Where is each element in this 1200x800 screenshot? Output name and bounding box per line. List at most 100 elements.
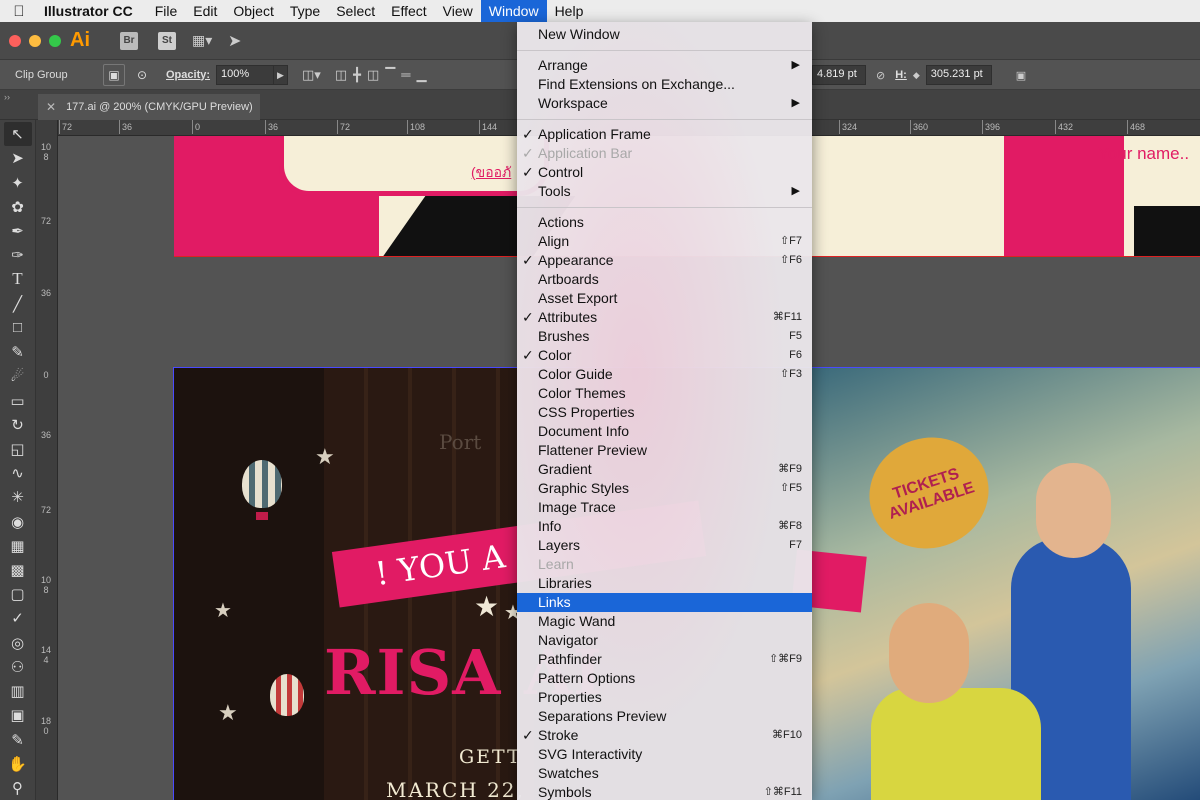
menu-item-pathfinder[interactable]: Pathfinder ⇧⌘F9 xyxy=(517,650,812,669)
menu-item-brushes[interactable]: Brushes F5 xyxy=(517,327,812,346)
vertical-ruler[interactable]: 108 72 36 0 36 72 108 144 180 xyxy=(36,120,58,800)
menu-item-image-trace[interactable]: Image Trace xyxy=(517,498,812,517)
menu-file[interactable]: File xyxy=(147,0,186,22)
close-tab-icon[interactable]: ✕ xyxy=(46,100,56,114)
curvature-tool-icon[interactable]: ✑ xyxy=(4,243,32,267)
menu-item-attributes[interactable]: ✓ Attributes ⌘F11 xyxy=(517,308,812,327)
menu-item-document-info[interactable]: Document Info xyxy=(517,422,812,441)
lasso-tool-icon[interactable]: ✿ xyxy=(4,195,32,219)
width-tool-icon[interactable]: ∿ xyxy=(4,461,32,485)
menu-item-separations-preview[interactable]: Separations Preview xyxy=(517,707,812,726)
line-tool-icon[interactable]: ╱ xyxy=(4,292,32,316)
menu-item-graphic-styles[interactable]: Graphic Styles ⇧F5 xyxy=(517,479,812,498)
menu-item-appearance[interactable]: ✓ Appearance ⇧F6 xyxy=(517,251,812,270)
menu-item-pattern-options[interactable]: Pattern Options xyxy=(517,669,812,688)
close-window-button[interactable] xyxy=(9,34,21,47)
menu-effect[interactable]: Effect xyxy=(383,0,435,22)
apple-icon[interactable]:  xyxy=(0,3,38,20)
menu-edit[interactable]: Edit xyxy=(185,0,225,22)
align-right-icon[interactable]: ◫ xyxy=(367,67,379,83)
align-middle-icon[interactable]: ═ xyxy=(401,67,410,83)
menu-item-symbols[interactable]: Symbols ⇧⌘F11 xyxy=(517,783,812,800)
height-input[interactable]: 305.231 pt xyxy=(925,65,992,85)
menu-item-layers[interactable]: Layers F7 xyxy=(517,536,812,555)
menu-item-flattener-preview[interactable]: Flattener Preview xyxy=(517,441,812,460)
shape-builder-tool-icon[interactable]: ◉ xyxy=(4,510,32,534)
scale-tool-icon[interactable]: ◱ xyxy=(4,437,32,461)
menu-item-links[interactable]: Links xyxy=(517,593,812,612)
align-top-icon[interactable]: ▔ xyxy=(385,67,395,83)
menu-help[interactable]: Help xyxy=(547,0,592,22)
type-tool-icon[interactable]: T xyxy=(4,267,32,291)
perspective-grid-tool-icon[interactable]: ▦ xyxy=(4,534,32,558)
menu-item-application-frame[interactable]: ✓ Application Frame xyxy=(517,125,812,144)
menu-item-control[interactable]: ✓ Control xyxy=(517,163,812,182)
shaper-tool-icon[interactable]: ☄ xyxy=(4,364,32,388)
menu-item-asset-export[interactable]: Asset Export xyxy=(517,289,812,308)
puppet-warp-tool-icon[interactable]: ✳ xyxy=(4,485,32,509)
menu-item-actions[interactable]: Actions xyxy=(517,213,812,232)
menu-object[interactable]: Object xyxy=(225,0,281,22)
blend-tool-icon[interactable]: ◎ xyxy=(4,631,32,655)
menu-item-gradient[interactable]: Gradient ⌘F9 xyxy=(517,460,812,479)
eraser-tool-icon[interactable]: ▭ xyxy=(4,388,32,412)
menu-item-find-extensions-on-exchange[interactable]: Find Extensions on Exchange... xyxy=(517,75,812,94)
align-left-icon[interactable]: ◫ xyxy=(335,67,347,83)
rectangle-tool-icon[interactable]: □ xyxy=(4,316,32,340)
bridge-button[interactable]: Br xyxy=(120,31,138,50)
artboard-tool-icon[interactable]: ▣ xyxy=(4,703,32,727)
column-graph-tool-icon[interactable]: ▥ xyxy=(4,679,32,703)
menu-item-swatches[interactable]: Swatches xyxy=(517,764,812,783)
menu-item-color[interactable]: ✓ Color F6 xyxy=(517,346,812,365)
menu-view[interactable]: View xyxy=(435,0,481,22)
reference-point-icon[interactable]: ◆ xyxy=(913,70,920,81)
magic-wand-tool-icon[interactable]: ✦ xyxy=(4,170,32,194)
pen-tool-icon[interactable]: ✒ xyxy=(4,219,32,243)
zoom-window-button[interactable] xyxy=(49,34,61,47)
document-tab[interactable]: ✕ 177.ai @ 200% (CMYK/GPU Preview) xyxy=(38,94,260,120)
align-center-icon[interactable]: ╋ xyxy=(353,67,361,83)
constrain-proportions-icon[interactable]: ⊘ xyxy=(876,69,885,82)
width-input[interactable]: 4.819 pt xyxy=(812,65,866,85)
eyedropper-tool-icon[interactable]: ✓ xyxy=(4,606,32,630)
menu-item-svg-interactivity[interactable]: SVG Interactivity xyxy=(517,745,812,764)
menu-item-libraries[interactable]: Libraries xyxy=(517,574,812,593)
menu-item-workspace[interactable]: Workspace ▶ xyxy=(517,94,812,113)
mesh-tool-icon[interactable]: ▩ xyxy=(4,558,32,582)
gradient-tool-icon[interactable]: ▢ xyxy=(4,582,32,606)
menu-item-arrange[interactable]: Arrange ▶ xyxy=(517,56,812,75)
app-name-menu[interactable]: Illustrator CC xyxy=(38,3,147,19)
menu-item-css-properties[interactable]: CSS Properties xyxy=(517,403,812,422)
opacity-dropdown-arrow[interactable]: ▶ xyxy=(274,64,289,85)
gpu-performance-icon[interactable]: ➤ xyxy=(228,31,241,51)
opacity-input[interactable]: 100% xyxy=(216,64,275,85)
menu-item-info[interactable]: Info ⌘F8 xyxy=(517,517,812,536)
symbol-sprayer-tool-icon[interactable]: ⚇ xyxy=(4,655,32,679)
hand-tool-icon[interactable]: ✋ xyxy=(4,752,32,776)
menu-window[interactable]: Window xyxy=(480,0,547,22)
minimize-window-button[interactable] xyxy=(29,34,41,47)
zoom-tool-icon[interactable]: ⚲ xyxy=(4,776,32,800)
menu-item-tools[interactable]: Tools ▶ xyxy=(517,182,812,201)
menu-item-properties[interactable]: Properties xyxy=(517,688,812,707)
expand-panels-icon[interactable]: ›› xyxy=(4,92,10,102)
arrange-documents-icon[interactable]: ▦▾ xyxy=(192,32,220,49)
menu-item-color-themes[interactable]: Color Themes xyxy=(517,384,812,403)
menu-type[interactable]: Type xyxy=(282,0,328,22)
menu-item-align[interactable]: Align ⇧F7 xyxy=(517,232,812,251)
direct-selection-tool-icon[interactable]: ➤ xyxy=(4,146,32,170)
opacity-label[interactable]: Opacity: xyxy=(166,69,210,81)
menu-item-new-window[interactable]: New Window xyxy=(517,25,812,44)
recolor-artwork-icon[interactable]: ◫▾ xyxy=(302,67,321,83)
menu-item-stroke[interactable]: ✓ Stroke ⌘F10 xyxy=(517,726,812,745)
paintbrush-tool-icon[interactable]: ✎ xyxy=(4,340,32,364)
menu-item-color-guide[interactable]: Color Guide ⇧F3 xyxy=(517,365,812,384)
align-bottom-icon[interactable]: ▁ xyxy=(416,67,426,83)
stock-button[interactable]: St xyxy=(158,31,176,50)
menu-item-magic-wand[interactable]: Magic Wand xyxy=(517,612,812,631)
menu-select[interactable]: Select xyxy=(328,0,383,22)
edit-contents-icon[interactable]: ⊙ xyxy=(131,64,153,86)
rotate-tool-icon[interactable]: ↻ xyxy=(4,413,32,437)
edit-clipping-path-icon[interactable]: ▣ xyxy=(103,63,125,86)
menu-item-navigator[interactable]: Navigator xyxy=(517,631,812,650)
